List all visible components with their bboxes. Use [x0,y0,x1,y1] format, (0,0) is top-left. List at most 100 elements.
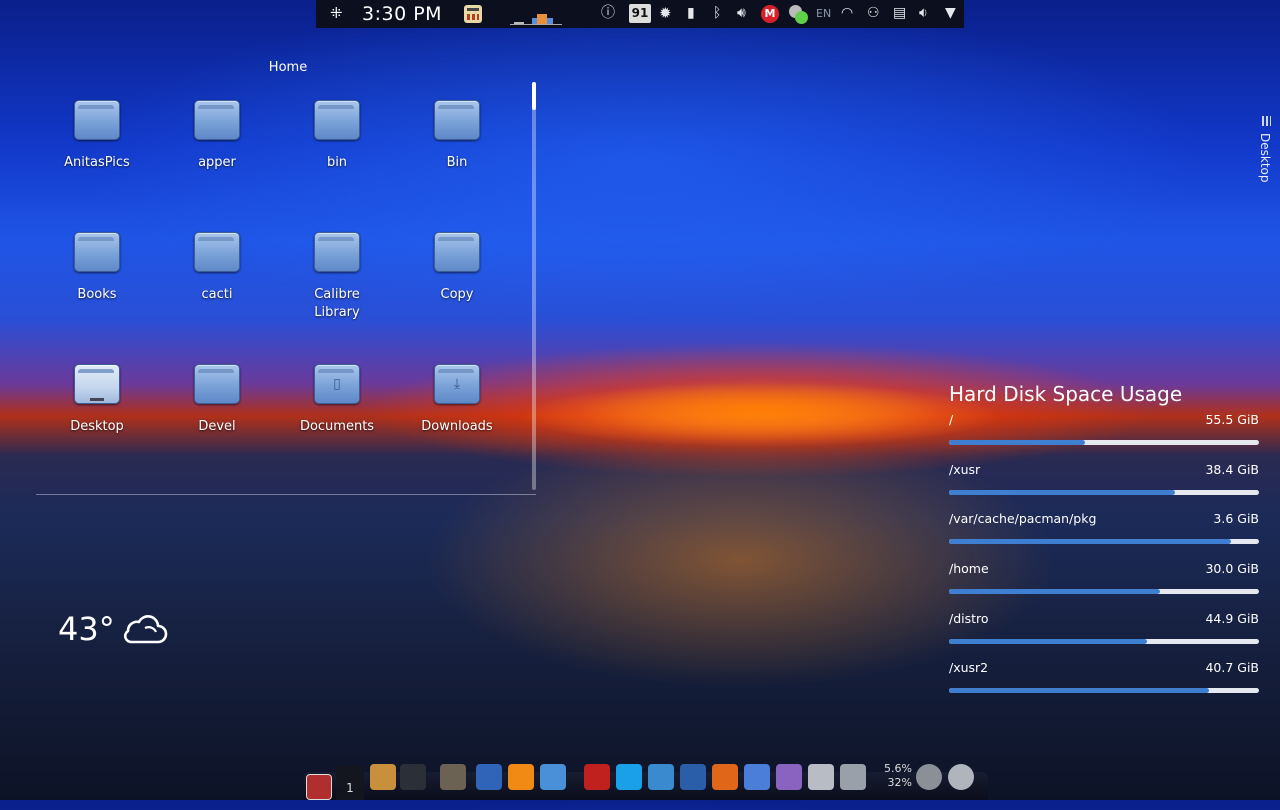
cloud-icon[interactable] [120,612,168,646]
skype-icon[interactable] [616,764,642,790]
toolbox-label[interactable]: Desktop [1258,133,1272,183]
folder-label: Copy [440,287,474,302]
partition-path: /distro [949,610,989,626]
clock[interactable]: 3:30 PM [362,3,442,25]
folder-label: AnitasPics [64,155,130,170]
activities-icon[interactable]: ⁜ [330,4,343,22]
pidgin-icon[interactable] [776,764,802,790]
volume-icon[interactable]: 🔊︎ [737,4,746,22]
firefox-icon[interactable] [712,764,738,790]
wifi-icon[interactable]: ◠ [841,4,853,22]
folder-apper[interactable]: apper [161,100,273,172]
trash-icon[interactable] [948,764,974,790]
folder-icon [314,100,360,140]
folder-icon [74,232,120,272]
disk-partition-list: / 55.5 GiB/xusr 38.4 GiB/var/cache/pacman/… [949,408,1259,706]
folder-icon [194,100,240,140]
network-graph[interactable] [510,8,562,25]
disk-partition-row: /distro 44.9 GiB [949,607,1259,657]
toolbox-menu-icon[interactable] [1262,116,1271,126]
folder-cacti[interactable]: cacti [161,232,273,304]
window-list-icon[interactable] [306,774,332,800]
disk-partition-row: / 55.5 GiB [949,408,1259,458]
partition-size: 3.6 GiB [1213,511,1259,527]
clipboard-icon[interactable]: ▤ [893,4,906,22]
chat-icon[interactable] [789,5,808,24]
bluetooth-icon[interactable]: ᛒ [713,4,721,22]
mail-icon[interactable]: M [761,5,779,23]
downloads-folder-icon: ⤓ [434,364,480,404]
partition-path: / [949,412,954,427]
memory-percent: 32% [887,776,912,789]
folder-devel[interactable]: Devel [161,364,273,436]
folder-documents[interactable]: ▯ Documents [281,364,393,436]
partition-size: 44.9 GiB [1205,610,1259,626]
folder-bin-upper[interactable]: Bin [401,100,513,172]
folder-desktop[interactable]: Desktop [41,364,153,436]
keyboard-layout[interactable]: EN [816,7,831,20]
disk-partition-row: /home 30.0 GiB [949,557,1259,607]
folder-bin[interactable]: bin [281,100,393,172]
disk-usage-title: Hard Disk Space Usage [949,382,1183,406]
notifications-icon[interactable]: ⓘ [601,4,615,22]
text-editor-icon[interactable] [540,764,566,790]
chromium-icon[interactable] [744,764,770,790]
partition-size: 30.0 GiB [1205,561,1259,577]
usb-drive-icon[interactable]: ▮ [687,4,695,22]
top-panel: ⁜ 3:30 PM ⓘ 91 ✹ ▮ ᛒ 🔊︎ M EN ◠ ⚇ ▤ 🔉︎ ▼ [316,0,964,28]
dock: 1 5.6% 32% [304,754,988,800]
folder-anitaspics[interactable]: AnitasPics [41,100,153,172]
system-load-stats[interactable]: 5.6% 32% [882,762,912,790]
weather-temperature[interactable]: 43° [58,610,115,648]
partition-path: /home [949,561,989,577]
folder-label: bin [326,155,348,170]
folder-calibre-library[interactable]: Calibre Library [281,232,393,322]
folder-label: Bin [446,155,468,170]
vlc-icon[interactable] [508,764,534,790]
partition-usage-fill [949,589,1160,595]
gear-icon[interactable]: ✹ [659,4,672,22]
calculator-icon[interactable] [464,5,482,23]
volume-control-icon[interactable]: 🔉︎ [919,4,928,22]
partition-usage-fill [949,688,1210,694]
partition-size: 40.7 GiB [1205,660,1259,676]
partition-usage-fill [949,440,1086,445]
partition-usage-bar [949,638,1259,644]
thunderbird-icon[interactable] [680,764,706,790]
disk-usage-widget: Hard Disk Space Usage / 55.5 GiB/xusr 38.4… [949,382,1259,706]
power-icon[interactable] [916,764,942,790]
partition-usage-fill [949,638,1148,644]
folder-label: Downloads [421,419,493,434]
partition-usage-bar [949,688,1259,694]
filezilla-icon[interactable] [584,764,610,790]
settings-wrench-icon[interactable] [840,764,866,790]
folder-icon [194,364,240,404]
gimp-icon[interactable] [440,764,466,790]
terminal-icon[interactable] [400,764,426,790]
package-installer-icon[interactable] [808,764,834,790]
media-player-icon[interactable] [476,764,502,790]
updates-badge[interactable]: 91 [629,4,651,23]
disk-partition-row: /var/cache/pacman/pkg 3.6 GiB [949,507,1259,557]
disk-partition-row: /xusr 38.4 GiB [949,458,1259,508]
system-monitor-icon[interactable] [648,764,674,790]
folder-icon [194,232,240,272]
folder-downloads[interactable]: ⤓ Downloads [401,364,513,436]
folder-icon [434,100,480,140]
desktop-folder-icon [74,364,120,404]
virtual-desktop-pager[interactable]: 1 [336,766,364,800]
network-manager-icon[interactable]: ⚇ [867,4,880,22]
folder-books[interactable]: Books [41,232,153,304]
folder-copy[interactable]: Copy [401,232,513,304]
partition-usage-fill [949,489,1176,495]
scrollbar-thumb[interactable] [532,82,536,110]
folder-view-divider [36,494,536,495]
folder-view-scrollbar[interactable] [532,82,536,490]
folder-icon [314,232,360,272]
file-manager-icon[interactable] [370,764,396,790]
partition-usage-bar [949,539,1259,545]
folder-label: Devel [198,419,236,434]
panel-menu-arrow-icon[interactable]: ▼ [945,4,956,22]
folder-view-title: Home [268,60,308,75]
folder-label: Documents [299,419,375,434]
